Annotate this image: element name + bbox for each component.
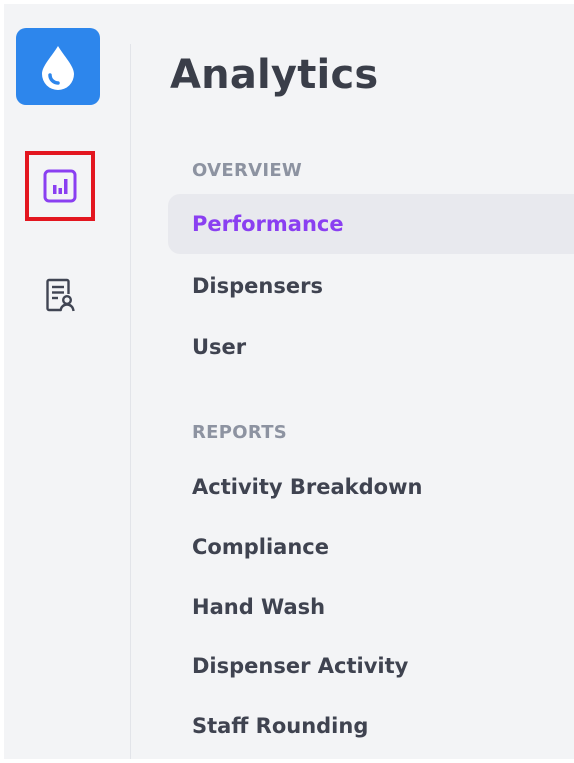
icon-rail xyxy=(4,4,130,759)
nav-item-hand-wash[interactable]: Hand Wash xyxy=(168,577,574,637)
water-drop-icon xyxy=(42,45,74,90)
nav-item-performance[interactable]: Performance xyxy=(168,194,574,254)
nav-item-user[interactable]: User xyxy=(168,317,574,377)
section-heading-reports: REPORTS xyxy=(192,422,288,443)
nav-item-dispenser-activity[interactable]: Dispenser Activity xyxy=(168,636,574,696)
bar-chart-icon xyxy=(43,169,77,203)
nav-item-staff-rounding[interactable]: Staff Rounding xyxy=(168,696,574,756)
section-heading-overview: OVERVIEW xyxy=(192,160,303,181)
app-logo[interactable] xyxy=(16,28,100,105)
nav-item-dispensers[interactable]: Dispensers xyxy=(168,256,574,316)
analytics-nav-panel: Analytics OVERVIEW Performance Dispenser… xyxy=(130,4,574,759)
nav-item-activity-breakdown[interactable]: Activity Breakdown xyxy=(168,457,574,517)
app-window: Analytics OVERVIEW Performance Dispenser… xyxy=(4,4,574,759)
document-user-icon xyxy=(46,278,75,312)
rail-analytics-button[interactable] xyxy=(25,151,95,221)
page-title: Analytics xyxy=(170,52,379,98)
nav-item-compliance[interactable]: Compliance xyxy=(168,517,574,577)
rail-reports-button[interactable] xyxy=(25,260,95,330)
